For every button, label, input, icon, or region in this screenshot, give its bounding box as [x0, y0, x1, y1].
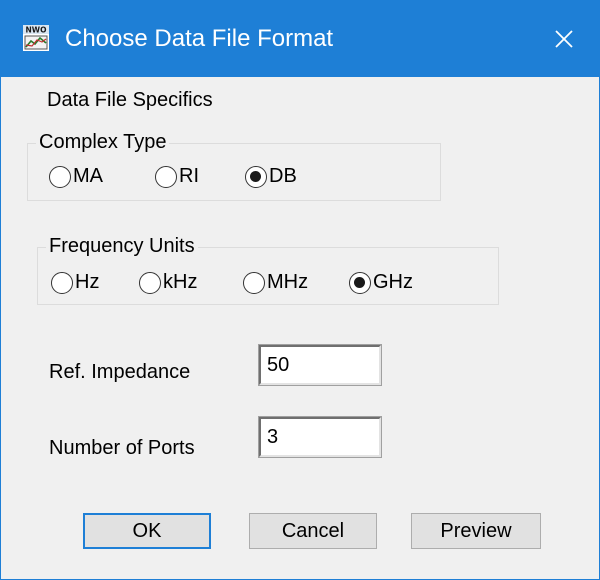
window-title: Choose Data File Format — [65, 25, 334, 52]
radio-freq-ghz[interactable]: GHz — [349, 271, 413, 294]
dialog-window: NWO Choose Data File Format Data File Sp… — [0, 0, 600, 580]
app-icon-text: NWO — [26, 26, 47, 35]
radio-complex-ma[interactable]: MA — [49, 165, 103, 188]
radio-circle[interactable] — [155, 165, 177, 188]
radio-circle-selected[interactable] — [245, 165, 267, 188]
radio-label: MA — [73, 165, 103, 187]
radio-circle[interactable] — [49, 165, 71, 188]
radio-circle[interactable] — [243, 271, 265, 294]
radio-freq-mhz[interactable]: MHz — [243, 271, 308, 294]
ok-button[interactable]: OK — [83, 513, 211, 549]
cancel-button[interactable]: Cancel — [249, 513, 377, 549]
radio-circle[interactable] — [139, 271, 161, 294]
ref-impedance-label: Ref. Impedance — [49, 361, 191, 383]
radio-label: Hz — [75, 271, 100, 293]
title-bar[interactable]: NWO Choose Data File Format — [1, 1, 599, 77]
close-icon — [555, 30, 573, 48]
radio-circle-selected[interactable] — [349, 271, 371, 294]
radio-label: RI — [179, 165, 199, 187]
nwo-app-icon: NWO — [23, 25, 49, 51]
number-of-ports-label: Number of Ports — [49, 437, 195, 459]
radio-circle[interactable] — [51, 271, 73, 294]
radio-complex-db[interactable]: DB — [245, 165, 297, 188]
radio-label: GHz — [373, 271, 413, 293]
ref-impedance-input[interactable] — [258, 344, 382, 386]
frequency-units-title: Frequency Units — [46, 234, 198, 258]
close-button[interactable] — [529, 1, 599, 77]
radio-freq-khz[interactable]: kHz — [139, 271, 197, 294]
number-of-ports-input[interactable] — [258, 416, 382, 458]
radio-label: DB — [269, 165, 297, 187]
radio-label: MHz — [267, 271, 309, 293]
preview-button[interactable]: Preview — [411, 513, 541, 549]
data-file-specifics-label: Data File Specifics — [47, 89, 213, 111]
radio-freq-hz[interactable]: Hz — [51, 271, 99, 294]
complex-type-title: Complex Type — [36, 130, 170, 154]
radio-label: kHz — [163, 271, 198, 293]
radio-complex-ri[interactable]: RI — [155, 165, 199, 188]
